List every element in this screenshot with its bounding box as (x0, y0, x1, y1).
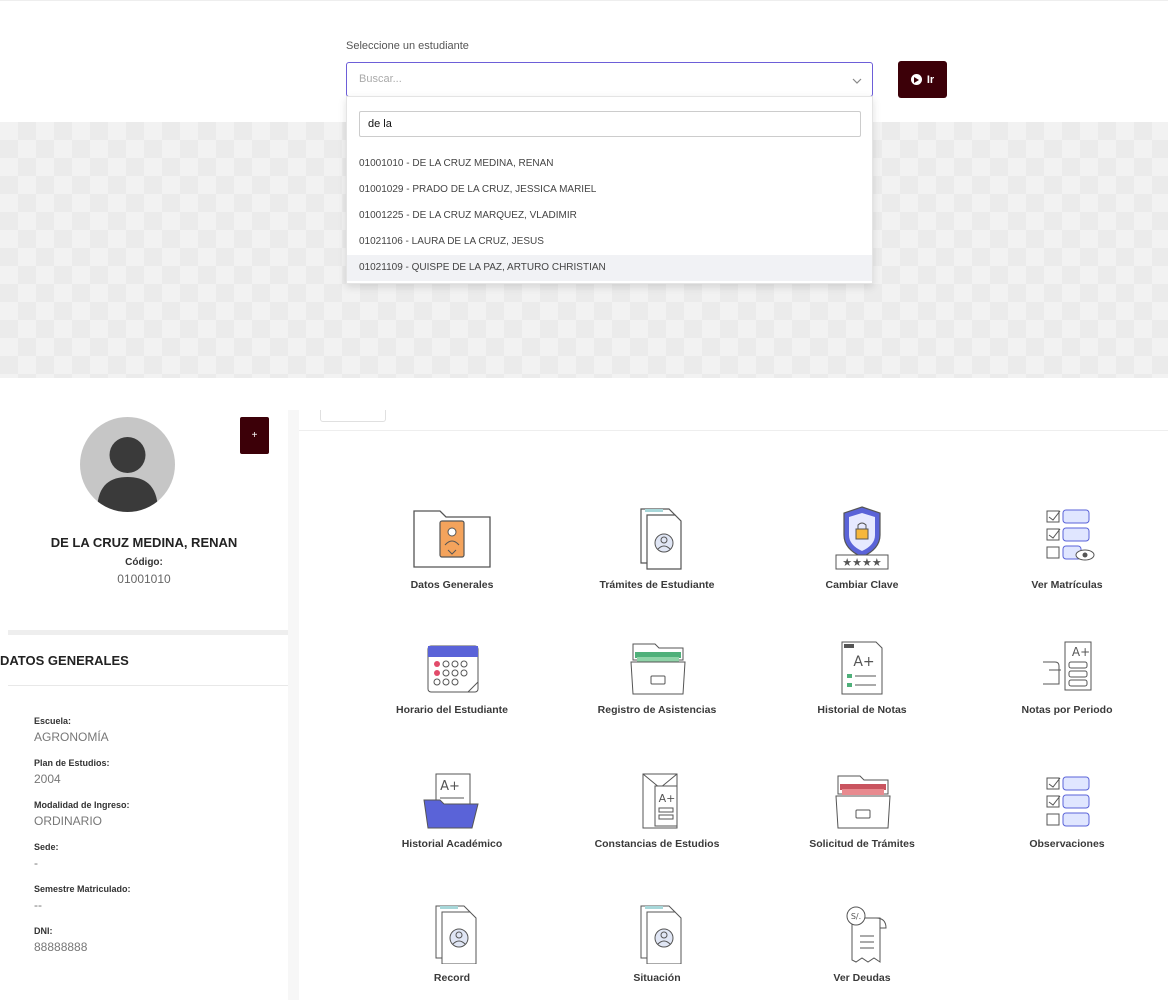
menu-label: Ver Matrículas (1031, 579, 1103, 591)
shield-lock-icon: ★★★★ (835, 506, 889, 570)
user-silhouette-icon (97, 437, 158, 512)
dropdown-option[interactable]: 01001029 - PRADO DE LA CRUZ, JESSICA MAR… (347, 177, 872, 203)
document-user-icon (435, 905, 477, 964)
menu-panel: Datos Generales Trámites de Estudiante ★… (299, 410, 1168, 1000)
envelope-grades-icon: A+ (642, 773, 678, 829)
arrow-circle-icon (910, 74, 922, 85)
profile-panel: + DE LA CRUZ MEDINA, RENAN Código: 01001… (0, 410, 288, 1000)
general-data-title: DATOS GENERALES (0, 653, 129, 668)
tab-stub[interactable] (320, 410, 386, 422)
menu-solicitud-tramites[interactable]: Solicitud de Trámites (767, 772, 957, 850)
menu-historial-notas[interactable]: A+ Historial de Notas (767, 640, 957, 716)
svg-text:A+: A+ (659, 792, 676, 805)
menu-horario-estudiante[interactable]: Horario del Estudiante (357, 640, 547, 716)
file-drawer-icon (630, 643, 686, 695)
menu-historial-academico[interactable]: A+ Historial Académico (357, 772, 547, 850)
panel-gutter (288, 410, 299, 1000)
menu-label: Record (433, 972, 471, 984)
checklist-icon (1046, 776, 1090, 827)
student-select-label: Seleccione un estudiante (346, 40, 469, 52)
code-label: Código: (125, 557, 163, 568)
menu-label: Historial de Notas (817, 704, 907, 716)
menu-label: Trámites de Estudiante (599, 579, 715, 591)
menu-label: Situación (633, 972, 681, 984)
divider (8, 630, 288, 635)
field-value: - (34, 856, 38, 870)
field-label: DNI: (34, 926, 53, 936)
menu-label: Historial Académico (401, 838, 503, 850)
field-label: Modalidad de Ingreso: (34, 800, 130, 810)
svg-text:★★★★: ★★★★ (842, 556, 882, 569)
student-select[interactable]: Buscar... (346, 62, 873, 97)
svg-text:A+: A+ (853, 654, 874, 670)
avatar (80, 417, 175, 512)
folder-user-icon (413, 510, 491, 568)
field-value: 88888888 (34, 940, 88, 954)
dropdown-option[interactable]: 01001225 - DE LA CRUZ MARQUEZ, VLADIMIR (347, 203, 872, 229)
menu-label: Datos Generales (410, 579, 494, 591)
svg-text:A+: A+ (1072, 645, 1090, 659)
menu-observaciones[interactable]: Observaciones (972, 772, 1162, 850)
field-value: 2004 (34, 772, 61, 786)
go-button-label: Ir (926, 73, 935, 86)
field-value: ORDINARIO (34, 814, 103, 828)
menu-notas-periodo[interactable]: A+ Notas por Periodo (972, 640, 1162, 716)
go-button[interactable]: Ir (898, 61, 947, 98)
student-name: DE LA CRUZ MEDINA, RENAN (50, 535, 238, 550)
document-user-icon (640, 905, 682, 964)
code-value: 01001010 (117, 572, 171, 586)
drawer-request-icon (835, 775, 891, 829)
document-user-icon (640, 508, 682, 570)
menu-ver-matriculas[interactable]: Ver Matrículas (972, 505, 1162, 591)
chevron-down-icon (852, 78, 862, 84)
menu-label: Cambiar Clave (825, 579, 899, 591)
menu-tramites-estudiante[interactable]: Trámites de Estudiante (562, 505, 752, 591)
field-label: Sede: (34, 842, 59, 852)
dropdown-option-highlighted[interactable]: 01021109 - QUISPE DE LA PAZ, ARTURO CHRI… (347, 255, 872, 281)
menu-label: Ver Deudas (833, 972, 891, 984)
field-label: Escuela: (34, 716, 72, 726)
svg-text:S/.: S/. (851, 912, 861, 921)
field-label: Plan de Estudios: (34, 758, 110, 768)
menu-label: Notas por Periodo (1021, 704, 1113, 716)
dropdown-search-input[interactable]: de la (359, 111, 861, 137)
grade-checklist-icon: A+ (1043, 641, 1092, 691)
student-select-placeholder: Buscar... (359, 73, 402, 85)
receipt-icon: S/. (846, 906, 887, 963)
menu-record[interactable]: Record (357, 904, 547, 984)
field-value: -- (34, 898, 42, 912)
divider (299, 430, 1168, 431)
menu-label: Observaciones (1029, 838, 1105, 850)
menu-label: Constancias de Estudios (594, 838, 720, 850)
menu-constancias-estudios[interactable]: A+ Constancias de Estudios (562, 772, 752, 850)
menu-ver-deudas[interactable]: S/. Ver Deudas (767, 904, 957, 984)
field-value: AGRONOMÍA (34, 730, 109, 744)
dropdown-option[interactable]: 01021106 - LAURA DE LA CRUZ, JESUS (347, 229, 872, 255)
menu-datos-generales[interactable]: Datos Generales (357, 505, 547, 591)
menu-label: Solicitud de Trámites (809, 838, 915, 850)
field-label: Semestre Matriculado: (34, 884, 131, 894)
menu-label: Registro de Asistencias (597, 704, 717, 716)
dropdown-option[interactable]: 01001010 - DE LA CRUZ MEDINA, RENAN (347, 151, 872, 177)
student-dropdown: de la 01001010 - DE LA CRUZ MEDINA, RENA… (346, 96, 873, 284)
svg-text:A+: A+ (440, 779, 460, 794)
expand-button[interactable]: + (240, 417, 269, 454)
folder-grades-icon: A+ (423, 773, 479, 829)
divider (8, 685, 288, 686)
menu-cambiar-clave[interactable]: ★★★★ Cambiar Clave (767, 505, 957, 591)
menu-situacion[interactable]: Situación (562, 904, 752, 984)
menu-registro-asistencias[interactable]: Registro de Asistencias (562, 640, 752, 716)
grade-report-icon: A+ (841, 641, 883, 695)
menu-label: Horario del Estudiante (395, 704, 509, 716)
checklist-eye-icon (1046, 509, 1095, 561)
calendar-icon (427, 645, 479, 693)
